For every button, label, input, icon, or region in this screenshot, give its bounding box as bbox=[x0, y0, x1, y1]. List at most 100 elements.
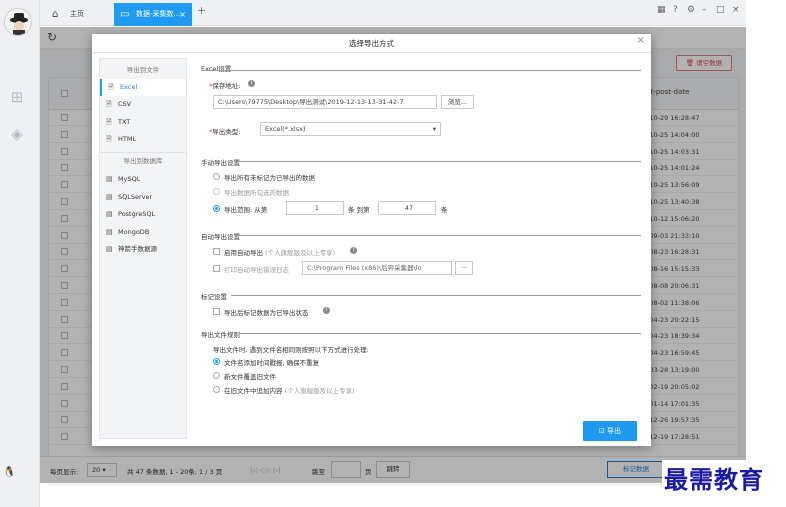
close-window-icon[interactable]: × bbox=[732, 5, 740, 15]
radio-export-unmarked[interactable] bbox=[213, 173, 220, 180]
target-mongodb[interactable]: ▤ MongoDB bbox=[100, 224, 186, 241]
export-type-value: Excel(*.xlsx) bbox=[265, 125, 306, 133]
tab-close-icon[interactable]: × bbox=[179, 3, 186, 26]
db-section-title: 导出到数据库 bbox=[123, 157, 163, 165]
save-path-label: *保存地址: bbox=[209, 82, 241, 90]
avatar[interactable] bbox=[4, 8, 32, 36]
dialog-export-label: 导出 bbox=[607, 427, 622, 435]
info-icon: i bbox=[323, 307, 330, 314]
info-icon: i bbox=[248, 80, 255, 87]
tab-active-label: 数据-采集数... bbox=[136, 10, 181, 18]
tab-home-label: 主页 bbox=[70, 10, 84, 18]
target-txt[interactable]: 🗎 TXT bbox=[100, 114, 186, 131]
target-label: MySQL bbox=[118, 175, 141, 183]
dialog-close-icon[interactable]: × bbox=[637, 35, 645, 46]
radio-append[interactable] bbox=[213, 386, 220, 393]
export-icon: ⊡ bbox=[598, 427, 608, 435]
dialog-title: 选择导出方式 bbox=[92, 34, 651, 53]
mark-exported-checkbox[interactable] bbox=[213, 308, 220, 315]
target-label: PostgreSQL bbox=[118, 210, 156, 218]
section-divider bbox=[239, 161, 641, 162]
section-divider bbox=[239, 333, 641, 334]
export-type-label: *导出类型: bbox=[209, 128, 241, 136]
app-sidebar: ⊞ ◈ 🐧 bbox=[0, 0, 40, 507]
export-target-list: 导出到文件 🗎 Excel 🗎 CSV 🗎 TXT 🗎 HTML 导出到数据库 ▤ MyS… bbox=[99, 58, 187, 439]
export-type-select[interactable]: Excel(*.xlsx) ▾ bbox=[260, 122, 441, 136]
export-selected-label: 导出数据所勾选的数据 bbox=[224, 189, 289, 197]
radio-export-range[interactable] bbox=[213, 205, 220, 212]
excel-section-title: Excel设置 bbox=[201, 65, 232, 73]
target-label: Excel bbox=[120, 83, 138, 91]
file-icon: 🗎 bbox=[106, 118, 112, 126]
database-icon: ▤ bbox=[106, 175, 113, 183]
export-dialog: 选择导出方式 × 导出到文件 🗎 Excel 🗎 CSV 🗎 TXT 🗎 HTML 导出… bbox=[92, 34, 651, 446]
target-label: SQLServer bbox=[118, 193, 153, 201]
section-divider bbox=[239, 235, 641, 236]
mark-section-title: 标记设置 bbox=[201, 293, 227, 301]
info-icon: i bbox=[350, 247, 357, 254]
range-unit-label: 条 bbox=[441, 206, 448, 214]
target-excel[interactable]: 🗎 Excel bbox=[100, 79, 186, 96]
layers-icon[interactable]: ◈ bbox=[8, 125, 26, 143]
add-task-icon[interactable]: ⊞ bbox=[8, 88, 26, 106]
settings-icon[interactable]: ⚙ bbox=[687, 5, 695, 15]
database-icon: ▤ bbox=[106, 245, 113, 253]
append-label: 在旧文件中追加内容 (个人旗舰版及以上专享) bbox=[224, 387, 355, 395]
range-from-input[interactable]: 1 bbox=[286, 201, 344, 215]
grid-menu-icon[interactable]: ▦ bbox=[657, 5, 666, 15]
auto-export-checkbox[interactable] bbox=[213, 248, 220, 255]
save-path-input[interactable]: C:\Users\79775\Desktop\导出测试\2019-12-13-1… bbox=[213, 95, 437, 109]
tab-bar: ⌂ 主页 ▭ 数据-采集数... × + ▦ ? ⚙ – □ × bbox=[40, 0, 746, 26]
dialog-export-button[interactable]: ⊡ 导出 bbox=[583, 421, 637, 441]
mark-exported-label: 导出后标记数据为已导出状态 bbox=[224, 309, 309, 317]
window-icon: ▭ bbox=[120, 9, 130, 20]
database-icon: ▤ bbox=[106, 228, 113, 236]
user-avatar-icon bbox=[5, 9, 31, 35]
section-divider bbox=[231, 295, 641, 296]
rule-section-title: 导出文件规则 bbox=[201, 331, 240, 339]
target-sqlserver[interactable]: ▤ SQLServer bbox=[100, 189, 186, 206]
radio-overwrite[interactable] bbox=[213, 372, 220, 379]
file-section-title: 导出到文件 bbox=[126, 66, 160, 74]
auto-section-title: 自动导出设置 bbox=[201, 233, 240, 241]
database-icon: ▤ bbox=[106, 193, 113, 201]
target-label: 神箭手数据源 bbox=[118, 245, 157, 253]
browse-button[interactable]: 浏览... bbox=[441, 95, 474, 109]
log-path-input[interactable]: C:\Program Files (x86)\后羿采集器\lo bbox=[302, 261, 452, 275]
file-icon: 🗎 bbox=[108, 83, 114, 91]
app-logo-icon: 🐧 bbox=[3, 467, 16, 478]
target-html[interactable]: 🗎 HTML bbox=[100, 131, 186, 148]
target-label: MongoDB bbox=[118, 228, 150, 236]
dropdown-arrow-icon: ▾ bbox=[432, 125, 436, 133]
radio-export-selected[interactable] bbox=[213, 188, 220, 195]
target-label: HTML bbox=[118, 135, 137, 143]
divider bbox=[100, 152, 186, 153]
target-csv[interactable]: 🗎 CSV bbox=[100, 96, 186, 113]
tab-data-collection[interactable]: ▭ 数据-采集数... × bbox=[114, 3, 192, 26]
manual-section-title: 手动导出设置 bbox=[201, 159, 240, 167]
watermark: 最需教育 bbox=[662, 460, 766, 495]
range-mid-label: 条 到第 bbox=[348, 206, 370, 214]
minimize-icon[interactable]: – bbox=[702, 5, 707, 15]
maximize-icon[interactable]: □ bbox=[716, 5, 725, 15]
target-mysql[interactable]: ▤ MySQL bbox=[100, 171, 186, 188]
export-settings-panel: Excel设置 *保存地址: i C:\Users\79775\Desktop\… bbox=[201, 58, 641, 439]
range-to-input[interactable]: 47 bbox=[378, 201, 436, 215]
export-unmarked-label: 导出所有未标记为已导出的数据 bbox=[224, 174, 315, 182]
auto-export-label: 启用自动导出 (个人旗舰版及以上专享) bbox=[224, 249, 336, 257]
new-tab-button[interactable]: + bbox=[197, 4, 206, 17]
file-icon: 🗎 bbox=[106, 100, 112, 108]
tab-home[interactable]: ⌂ 主页 bbox=[42, 3, 112, 26]
error-log-label: 打印自动导出错误日志 bbox=[224, 266, 289, 274]
target-postgresql[interactable]: ▤ PostgreSQL bbox=[100, 206, 186, 223]
database-icon: ▤ bbox=[106, 210, 113, 218]
add-timestamp-label: 文件名添加时间戳报, 确保不重复 bbox=[224, 359, 320, 367]
log-path-browse-button[interactable]: ··· bbox=[455, 261, 473, 275]
target-custom-datasource[interactable]: ▤ 神箭手数据源 bbox=[100, 241, 186, 258]
file-icon: 🗎 bbox=[106, 135, 112, 143]
overwrite-label: 新文件覆盖旧文件 bbox=[224, 373, 276, 381]
help-icon[interactable]: ? bbox=[673, 5, 678, 15]
radio-add-timestamp[interactable] bbox=[213, 358, 220, 365]
error-log-checkbox[interactable] bbox=[213, 265, 220, 272]
export-range-label: 导出范围: 从第 bbox=[224, 206, 268, 214]
